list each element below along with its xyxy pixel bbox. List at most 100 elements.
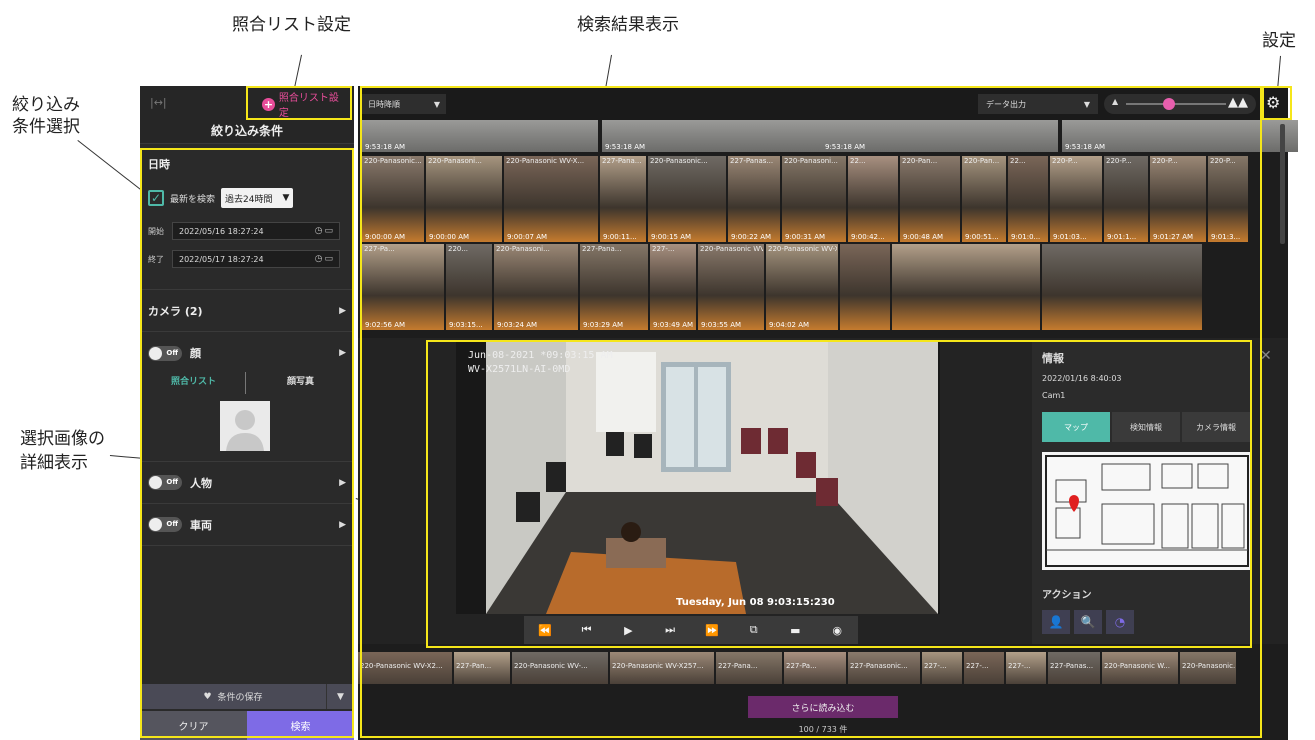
search-button[interactable]: 検索 <box>247 711 354 740</box>
video-osd-date: Jun-08-2021 *09:03:15 AM <box>468 350 613 361</box>
date-section: 日時 ✓ 最新を検索 過去24時間 ▼ 開始 2022/05/16 18:27:… <box>140 144 354 290</box>
face-photo-placeholder[interactable] <box>220 401 270 451</box>
sort-select[interactable]: 日時降順 ▼ <box>362 94 446 114</box>
thumbnail[interactable]: 220-Pan... 9:00:51... <box>962 156 1006 242</box>
face-toggle[interactable]: Off <box>148 345 182 361</box>
thumbnail-label: 220-Panasoni... <box>428 157 482 165</box>
zoom-search-icon[interactable]: 🔍 <box>1074 610 1102 634</box>
thumbnail[interactable]: 227-Pana... 9:00:11... <box>600 156 646 242</box>
clock-calendar-icon[interactable]: ◷▭ <box>315 226 335 236</box>
thumbnail[interactable]: 220-P... 9:01:3... <box>1208 156 1248 242</box>
thumbnail[interactable]: 220-Panasonic WV-X2571LN - AI 9:04:02 AM <box>766 244 838 330</box>
watchlist-settings-button[interactable]: + 照合リスト設定 <box>256 93 354 119</box>
thumbnail[interactable]: 227-Panas... 9:00:22 AM <box>728 156 780 242</box>
gear-icon[interactable]: ⚙ <box>1266 93 1280 112</box>
thumbnail[interactable]: 220-Panasoni... 9:00:00 AM <box>426 156 502 242</box>
start-datetime-field[interactable]: 2022/05/16 18:27:24 ◷▭ <box>172 222 340 240</box>
thumbnail[interactable]: 220-Panasonic WV-X... 9:00:07 AM <box>504 156 598 242</box>
clear-button[interactable]: クリア <box>140 711 247 740</box>
tab-detection-info[interactable]: 検知情報 <box>1112 412 1180 442</box>
thumbnail[interactable]: 220-Pan... 9:00:48 AM <box>900 156 960 242</box>
thumbnail[interactable]: 220-Panasoni... 9:00:31 AM <box>782 156 846 242</box>
thumbnail[interactable]: 220-P... 9:01:03... <box>1050 156 1102 242</box>
floor-map[interactable] <box>1042 452 1252 570</box>
thumbnail-label: 220-P... <box>1210 157 1236 165</box>
collapse-icon[interactable]: |↔| <box>150 96 167 109</box>
tab-camera-info[interactable]: カメラ情報 <box>1182 412 1250 442</box>
vehicle-toggle[interactable]: Off <box>148 517 182 532</box>
filmstrip-item[interactable]: 227-... <box>964 652 1004 684</box>
filmstrip-item[interactable]: 220-Panasonic WV-... <box>512 652 608 684</box>
end-datetime-field[interactable]: 2022/05/17 18:27:24 ◷▭ <box>172 250 340 268</box>
filmstrip-label: 227-... <box>924 662 947 670</box>
fast-forward-icon[interactable]: ⏩ <box>697 624 727 637</box>
info-camera: Cam1 <box>1042 391 1066 400</box>
filmstrip-item[interactable]: 227-... <box>1006 652 1046 684</box>
filmstrip-item[interactable]: 227-... <box>922 652 962 684</box>
video-player[interactable]: Jun-08-2021 *09:03:15 AM WV-X2571LN-AI-0… <box>456 342 940 614</box>
filmstrip-item[interactable]: 220-Panasonic WV-X257... <box>610 652 714 684</box>
video-osd-camera: WV-X2571LN-AI-0MD <box>468 364 571 375</box>
person-section[interactable]: Off 人物 ▶ <box>140 462 354 504</box>
play-icon[interactable]: ▶ <box>613 624 643 637</box>
vehicle-section[interactable]: Off 車両 ▶ <box>140 504 354 546</box>
export-select[interactable]: データ出力 ▼ <box>978 94 1098 114</box>
person-search-icon[interactable]: 👤 <box>1042 610 1070 634</box>
skip-next-icon[interactable]: ⏭ <box>655 623 685 637</box>
thumbnail[interactable]: 220-Panasonic... 9:00:15 AM <box>648 156 726 242</box>
tab-map[interactable]: マップ <box>1042 412 1110 442</box>
filmstrip-item[interactable]: 227-Panas... <box>1048 652 1100 684</box>
thumbnail[interactable]: 9:53:18 AM <box>822 120 1058 152</box>
face-icon[interactable]: ◔ <box>1106 610 1134 634</box>
thumbnail[interactable]: 220-P... 9:01:1... <box>1104 156 1148 242</box>
thumbnail[interactable]: 220... 9:03:15... <box>446 244 492 330</box>
fast-rewind-icon[interactable]: ⏪ <box>530 624 560 637</box>
skip-previous-icon[interactable]: ⏮ <box>572 623 602 637</box>
results-scrollbar[interactable] <box>1280 124 1285 244</box>
filmstrip-item[interactable]: 227-Panasonic... <box>848 652 920 684</box>
thumbnail-size-slider[interactable]: ▲ ▲▲ <box>1104 94 1256 114</box>
person-toggle[interactable]: Off <box>148 475 182 490</box>
filmstrip-item[interactable]: 220-Panasonic... <box>1180 652 1236 684</box>
chevron-right-icon[interactable]: ▶ <box>339 348 346 358</box>
thumbnail[interactable]: 220-P... 9:01:27 AM <box>1150 156 1206 242</box>
slider-handle[interactable] <box>1163 98 1175 110</box>
info-title: 情報 <box>1042 352 1064 365</box>
thumbnail[interactable]: 9:53:18 AM <box>602 120 838 152</box>
thumbnail[interactable]: 22... 9:00:42... <box>848 156 898 242</box>
thumbnail[interactable]: 22... 9:01:0... <box>1008 156 1048 242</box>
thumbnail[interactable] <box>840 244 890 330</box>
filmstrip-item[interactable]: 227-Pa... <box>784 652 846 684</box>
thumbnail[interactable]: 220-Panasonic... 9:00:00 AM <box>362 156 424 242</box>
latest-label: 最新を検索 <box>170 194 216 205</box>
save-conditions-button[interactable]: ♥ 条件の保存 <box>140 684 326 709</box>
thumbnail[interactable] <box>892 244 1040 330</box>
range-select[interactable]: 過去24時間 ▼ <box>221 188 294 208</box>
filmstrip-item[interactable]: 227-Pan... <box>454 652 510 684</box>
tab-watchlist[interactable]: 照合リスト <box>140 374 247 392</box>
thumbnail[interactable]: 9:53:18 AM <box>362 120 598 152</box>
thumbnail[interactable]: 227-Pa... 9:02:56 AM <box>362 244 444 330</box>
filmstrip-item[interactable]: 227-Pana... <box>716 652 782 684</box>
fullscreen-icon[interactable]: ▬ <box>780 624 810 637</box>
thumbnail-time: 9:00:48 AM <box>903 233 944 241</box>
thumbnail[interactable]: 227-Pana... 9:03:29 AM <box>580 244 648 330</box>
thumbnail[interactable] <box>1042 244 1202 330</box>
close-icon[interactable]: ✕ <box>1260 348 1272 364</box>
start-value: 2022/05/16 18:27:24 <box>179 226 264 236</box>
filmstrip-item[interactable]: 220-Panasonic WV-X2... <box>358 652 452 684</box>
filmstrip-item[interactable]: 220-Panasonic W... <box>1102 652 1178 684</box>
thumbnail[interactable]: 9:53:18 AM <box>1062 120 1298 152</box>
latest-checkbox[interactable]: ✓ <box>148 190 164 206</box>
save-dropdown-button[interactable]: ▼ <box>326 684 354 709</box>
load-more-button[interactable]: さらに読み込む <box>748 696 898 718</box>
thumbnail[interactable]: 220-Panasoni... 9:03:24 AM <box>494 244 578 330</box>
clock-calendar-icon[interactable]: ◷▭ <box>315 254 335 264</box>
popout-icon[interactable]: ⧉ <box>739 623 769 637</box>
thumbnail-label: 220-Pan... <box>964 157 1000 165</box>
thumbnail[interactable]: 220-Panasonic WV-X2571LN - AI 9:03:55 AM <box>698 244 764 330</box>
camera-section[interactable]: カメラ (2) ▶ <box>140 290 354 332</box>
tab-face-photo[interactable]: 顔写真 <box>247 374 354 392</box>
snapshot-icon[interactable]: ◉ <box>822 624 852 637</box>
thumbnail[interactable]: 227-... 9:03:49 AM <box>650 244 696 330</box>
